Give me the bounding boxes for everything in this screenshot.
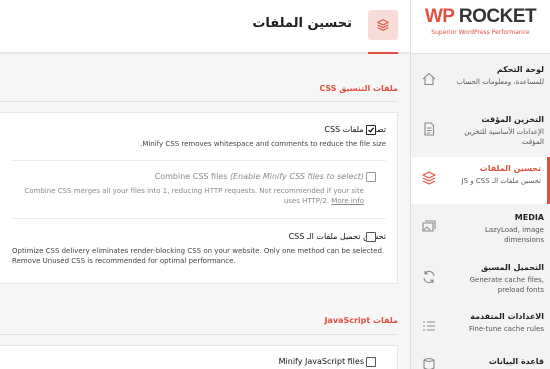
- page-header: تحسين الملفات: [0, 0, 410, 54]
- sidebar: WP ROCKET Superior WordPress Performance…: [410, 0, 550, 369]
- section-rule: [0, 101, 398, 102]
- combine-css-checkbox[interactable]: [366, 172, 376, 182]
- sidebar-item-desc: الإعدادات الأساسية للتخزين المؤقت: [464, 128, 544, 146]
- divider: [12, 218, 386, 219]
- sidebar-item-file-optimization[interactable]: تحسين الملفات تحسين ملفات الـ CSS و JS: [411, 157, 550, 204]
- more-info-link[interactable]: More info: [331, 197, 364, 205]
- option-label-note: (Enable Minify CSS files to select): [229, 172, 364, 181]
- layers-icon: [421, 170, 437, 186]
- minify-css-checkbox[interactable]: [366, 125, 376, 135]
- database-icon: [421, 356, 437, 369]
- option-label: Combine CSS files (Enable Minify CSS fil…: [12, 171, 386, 182]
- sidebar-item-database[interactable]: قاعدة البيانات: [411, 350, 550, 369]
- option-minify-css: تصغير ملفات CSS Minify CSS removes white…: [12, 124, 386, 149]
- sidebar-item-preload[interactable]: التحميل المسبق Generate cache files, pre…: [411, 256, 550, 303]
- section-title-js: ملفات JavaScript: [324, 316, 398, 325]
- optimize-css-delivery-checkbox[interactable]: [366, 232, 376, 242]
- js-options-panel: Minify JavaScript files: [0, 345, 398, 369]
- css-options-panel: تصغير ملفات CSS Minify CSS removes white…: [0, 112, 398, 284]
- option-label: تصغير ملفات CSS: [324, 125, 386, 134]
- brand-name-part1: WP: [424, 6, 455, 27]
- refresh-icon: [421, 269, 437, 285]
- list-icon: [421, 318, 437, 334]
- minify-js-checkbox[interactable]: [366, 357, 376, 367]
- option-optimize-css-delivery: تحسين تحميل ملفات الـ CSS Optimize CSS d…: [12, 231, 386, 266]
- option-combine-css: Combine CSS files (Enable Minify CSS fil…: [12, 171, 386, 206]
- option-description: Optimize CSS delivery eliminates render-…: [12, 247, 385, 265]
- sidebar-item-desc: تحسين ملفات الـ CSS و JS: [461, 177, 541, 185]
- option-label: تحسين تحميل ملفات الـ CSS: [288, 232, 386, 241]
- home-icon: [421, 71, 437, 87]
- sidebar-item-desc: LazyLoad, image dimensions: [484, 226, 544, 244]
- option-minify-js: Minify JavaScript files: [12, 356, 386, 367]
- option-description: Combine CSS merges all your files into 1…: [12, 186, 386, 206]
- section-title-css: ملفات التنسيق CSS: [319, 84, 398, 93]
- brand-logo[interactable]: WP ROCKET Superior WordPress Performance: [411, 0, 550, 54]
- brand-name-part2: ROCKET: [458, 6, 537, 27]
- option-description-text: Combine CSS merges all your files into 1…: [24, 187, 364, 205]
- header-accent: [368, 52, 398, 54]
- sidebar-item-advanced-rules[interactable]: الاعدادات المتقدمة Fine-tune cache rules: [411, 305, 550, 352]
- document-icon: [421, 121, 437, 137]
- sidebar-item-dashboard[interactable]: لوحة التحكم للمساعدة، ومعلومات الحساب: [411, 58, 550, 105]
- brand-name: WP ROCKET: [411, 6, 550, 28]
- page-title: تحسين الملفات: [252, 16, 352, 31]
- sidebar-item-desc: Fine-tune cache rules: [468, 325, 544, 333]
- main-content: تحسين الملفات ملفات التنسيق CSS تصغير مل…: [0, 0, 410, 369]
- divider: [12, 160, 386, 161]
- images-icon: [421, 219, 437, 235]
- sidebar-item-cache[interactable]: التخزين المؤقت الإعدادات الأساسية للتخزي…: [411, 108, 550, 155]
- sidebar-item-media[interactable]: MEDIA LazyLoad, image dimensions: [411, 206, 550, 253]
- option-label-main: Combine CSS files: [154, 172, 228, 181]
- option-label: Minify JavaScript files: [278, 357, 364, 366]
- sidebar-item-desc: Generate cache files, preload fonts: [469, 276, 544, 294]
- brand-tagline: Superior WordPress Performance: [431, 29, 530, 36]
- layers-icon: [368, 10, 398, 40]
- option-description: Minify CSS removes whitespace and commen…: [140, 140, 386, 148]
- section-rule: [0, 334, 398, 335]
- sidebar-item-desc: للمساعدة، ومعلومات الحساب: [456, 78, 544, 86]
